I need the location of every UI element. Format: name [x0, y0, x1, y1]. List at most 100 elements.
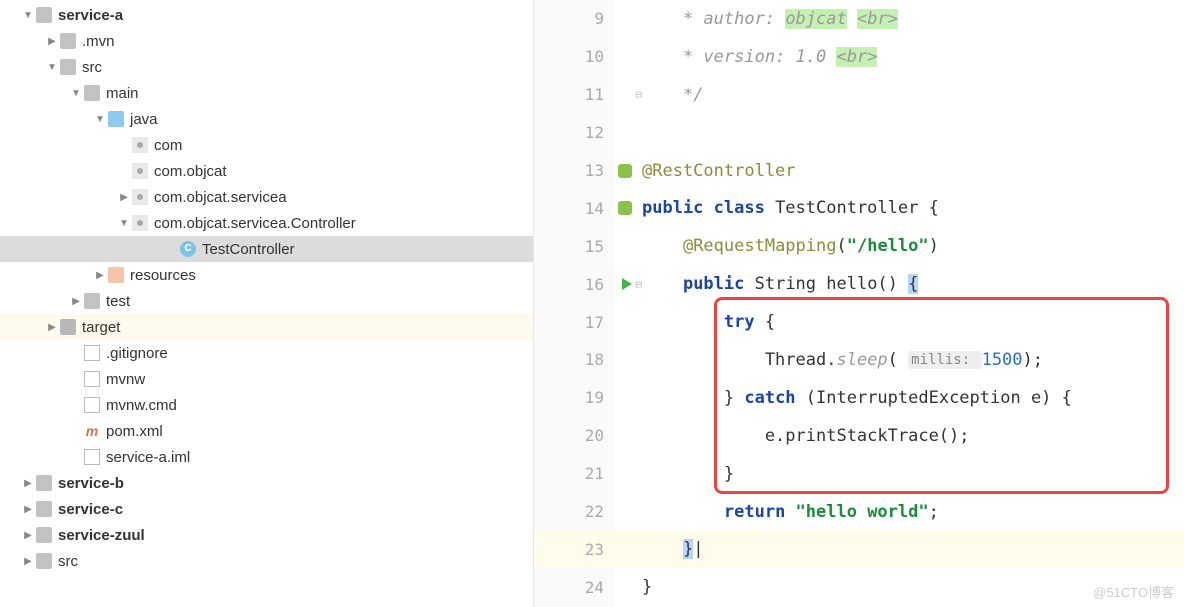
- code-token: sleep: [836, 350, 887, 370]
- code-line[interactable]: try {: [614, 303, 1184, 341]
- file-icon: [84, 345, 100, 361]
- line-number[interactable]: 13: [534, 152, 614, 190]
- expand-arrow-icon[interactable]: ▶: [70, 296, 82, 307]
- code-token: @RequestMapping: [683, 236, 837, 256]
- tree-item-pom-xml[interactable]: mpom.xml: [0, 418, 533, 444]
- tree-item-label: TestController: [202, 241, 295, 258]
- tree-item-label: service-zuul: [58, 527, 145, 544]
- code-token: |: [693, 539, 703, 559]
- expand-arrow-icon[interactable]: ▶: [22, 530, 34, 541]
- expand-arrow-icon[interactable]: ▶: [46, 322, 58, 333]
- line-number[interactable]: 23⊟: [534, 530, 614, 568]
- folder-icon: [36, 553, 52, 569]
- tree-item-service-a-iml[interactable]: service-a.iml: [0, 444, 533, 470]
- code-line[interactable]: public String hello() {: [614, 265, 1184, 303]
- line-number[interactable]: 16⊟: [534, 265, 614, 303]
- tree-item-label: service-b: [58, 475, 124, 492]
- code-line[interactable]: @RequestMapping("/hello"): [614, 227, 1184, 265]
- tree-item-src[interactable]: ▶src: [0, 548, 533, 574]
- tree-item-label: pom.xml: [106, 423, 163, 440]
- expand-arrow-icon[interactable]: ▶: [22, 478, 34, 489]
- tree-item-service-a[interactable]: ▼service-a: [0, 2, 533, 28]
- code-token: {: [765, 312, 775, 332]
- code-area[interactable]: * author: objcat <br> * version: 1.0 <br…: [614, 0, 1184, 607]
- code-line[interactable]: * author: objcat <br>: [614, 0, 1184, 38]
- tree-item-resources[interactable]: ▶ resources: [0, 262, 533, 288]
- tree-item-mvnw-cmd[interactable]: mvnw.cmd: [0, 392, 533, 418]
- expand-arrow-icon[interactable]: ▶: [94, 270, 106, 281]
- code-token: [642, 85, 683, 105]
- tree-item-service-zuul[interactable]: ▶ service-zuul: [0, 522, 533, 548]
- tree-item-com[interactable]: com: [0, 132, 533, 158]
- tree-item-test[interactable]: ▶ test: [0, 288, 533, 314]
- tree-item--gitignore[interactable]: .gitignore: [0, 340, 533, 366]
- tree-item-com-objcat[interactable]: com.objcat: [0, 158, 533, 184]
- line-number[interactable]: 20: [534, 417, 614, 455]
- tree-item-com-objcat-servicea-controller[interactable]: ▼com.objcat.servicea.Controller: [0, 210, 533, 236]
- code-token: (: [888, 350, 908, 370]
- code-token: public: [683, 274, 755, 294]
- expand-arrow-icon[interactable]: ▼: [22, 10, 34, 21]
- tree-item-service-b[interactable]: ▶ service-b: [0, 470, 533, 496]
- expand-arrow-icon[interactable]: ▼: [94, 114, 106, 125]
- line-number[interactable]: 11⊟: [534, 76, 614, 114]
- code-line[interactable]: [614, 114, 1184, 152]
- code-token: [642, 9, 683, 29]
- expand-arrow-icon[interactable]: ▼: [70, 88, 82, 99]
- package-icon: [132, 189, 148, 205]
- code-token: [642, 312, 724, 332]
- code-line[interactable]: public class TestController {: [614, 189, 1184, 227]
- code-token: millis:: [908, 351, 981, 369]
- line-number[interactable]: 9: [534, 0, 614, 38]
- line-number[interactable]: 14: [534, 189, 614, 227]
- code-token: (InterruptedException e) {: [806, 388, 1072, 408]
- code-token: e.printStackTrace();: [642, 426, 970, 446]
- code-line[interactable]: * version: 1.0 <br>: [614, 38, 1184, 76]
- tree-item-src[interactable]: ▼src: [0, 54, 533, 80]
- tree-item-target[interactable]: ▶target: [0, 314, 533, 340]
- expand-arrow-icon[interactable]: ▶: [22, 504, 34, 515]
- tree-item-service-c[interactable]: ▶service-c: [0, 496, 533, 522]
- code-token: [847, 9, 857, 29]
- expand-arrow-icon[interactable]: ▶: [22, 556, 34, 567]
- code-line[interactable]: Thread.sleep( millis: 1500);: [614, 341, 1184, 379]
- tree-item-testcontroller[interactable]: CTestController: [0, 236, 533, 262]
- code-editor[interactable]: 91011⊟1213141516⊟17181920212223⊟24 * aut…: [533, 0, 1184, 607]
- line-number[interactable]: 22: [534, 493, 614, 531]
- line-number[interactable]: 15: [534, 227, 614, 265]
- code-line[interactable]: */: [614, 76, 1184, 114]
- tree-item-label: mvnw: [106, 371, 145, 388]
- tree-item-com-objcat-servicea[interactable]: ▶com.objcat.servicea: [0, 184, 533, 210]
- code-token: (: [836, 236, 846, 256]
- code-line[interactable]: } catch (InterruptedException e) {: [614, 379, 1184, 417]
- project-tree[interactable]: ▼service-a▶.mvn▼src▼main▼javacomcom.objc…: [0, 0, 533, 607]
- folder-icon: [84, 293, 100, 309]
- line-number[interactable]: 17: [534, 303, 614, 341]
- tree-item--mvn[interactable]: ▶.mvn: [0, 28, 533, 54]
- code-line[interactable]: }|: [614, 530, 1184, 568]
- code-line[interactable]: e.printStackTrace();: [614, 417, 1184, 455]
- expand-arrow-icon[interactable]: ▶: [46, 36, 58, 47]
- tree-item-label: service-a.iml: [106, 449, 190, 466]
- tree-item-label: test: [106, 293, 130, 310]
- line-number[interactable]: 21: [534, 455, 614, 493]
- package-icon: [132, 137, 148, 153]
- expand-arrow-icon[interactable]: ▶: [118, 192, 130, 203]
- code-token: [642, 236, 683, 256]
- line-number[interactable]: 19: [534, 379, 614, 417]
- line-number[interactable]: 10: [534, 38, 614, 76]
- tree-item-java[interactable]: ▼java: [0, 106, 533, 132]
- code-line[interactable]: @RestController: [614, 152, 1184, 190]
- code-line[interactable]: return "hello world";: [614, 493, 1184, 531]
- code-line[interactable]: }: [614, 455, 1184, 493]
- tree-item-mvnw[interactable]: mvnw: [0, 366, 533, 392]
- tree-item-label: resources: [130, 267, 196, 284]
- package-icon: [132, 163, 148, 179]
- line-number[interactable]: 12: [534, 114, 614, 152]
- tree-item-main[interactable]: ▼main: [0, 80, 533, 106]
- folder-icon: [60, 33, 76, 49]
- line-number[interactable]: 24: [534, 568, 614, 606]
- line-number[interactable]: 18: [534, 341, 614, 379]
- expand-arrow-icon[interactable]: ▼: [46, 62, 58, 73]
- expand-arrow-icon[interactable]: ▼: [118, 218, 130, 229]
